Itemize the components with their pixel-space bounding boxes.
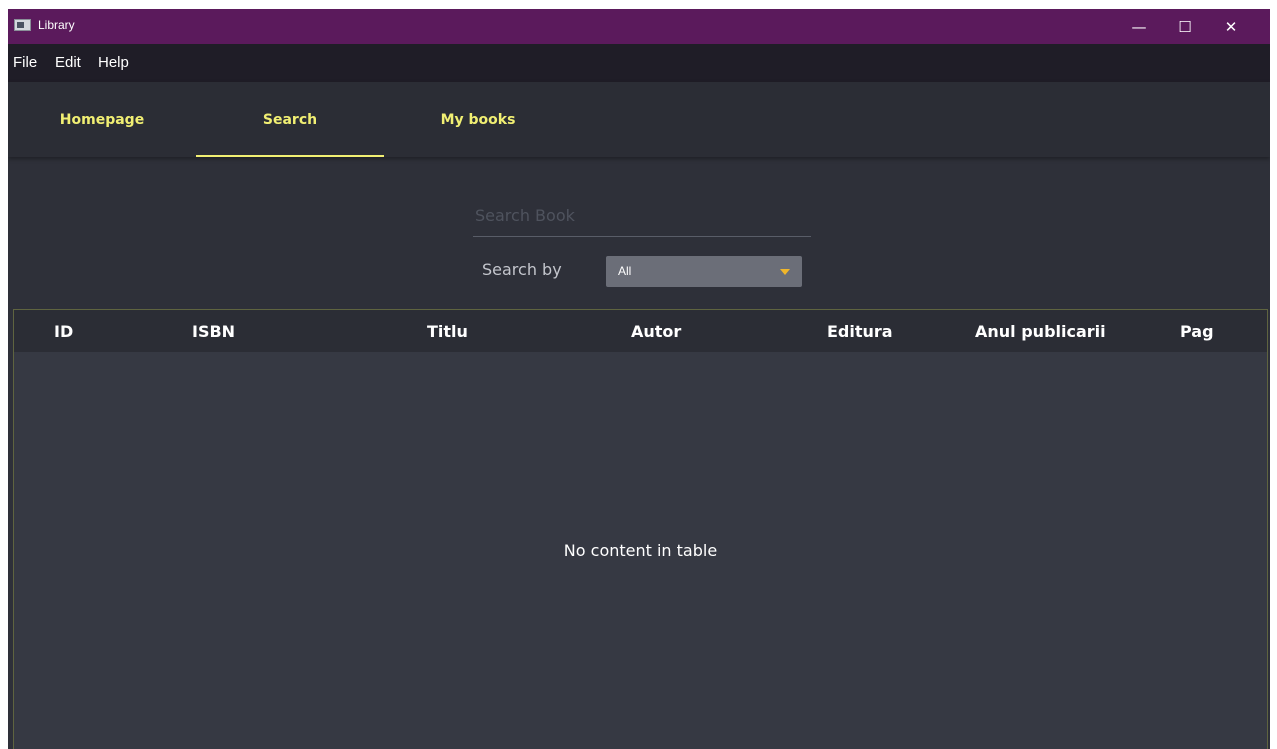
books-table[interactable]: ID ISBN Titlu Autor Editura Anul publica…	[13, 309, 1268, 749]
column-header-isbn[interactable]: ISBN	[192, 322, 235, 341]
search-by-dropdown[interactable]: All	[606, 256, 802, 287]
column-header-titlu[interactable]: Titlu	[427, 322, 468, 341]
menu-help[interactable]: Help	[98, 54, 129, 71]
search-by-label: Search by	[482, 260, 562, 279]
title-bar[interactable]: Library — ☐ ✕	[8, 9, 1270, 44]
column-header-editura[interactable]: Editura	[827, 322, 893, 341]
tab-search[interactable]: Search	[196, 82, 384, 157]
column-header-pag[interactable]: Pag	[1180, 322, 1214, 341]
search-book-field	[473, 197, 815, 237]
column-header-autor[interactable]: Autor	[631, 322, 681, 341]
empty-table-message: No content in table	[563, 541, 718, 560]
minimize-icon: —	[1131, 17, 1147, 36]
table-header: ID ISBN Titlu Autor Editura Anul publica…	[14, 310, 1267, 352]
maximize-icon: ☐	[1178, 17, 1192, 36]
menu-bar: File Edit Help	[8, 44, 1270, 82]
library-window: Library — ☐ ✕ File Edit Help Homepage Se…	[8, 9, 1270, 749]
column-header-id[interactable]: ID	[54, 322, 73, 341]
minimize-button[interactable]: —	[1116, 9, 1162, 44]
maximize-button[interactable]: ☐	[1162, 9, 1208, 44]
tab-homepage[interactable]: Homepage	[8, 82, 196, 157]
window-title: Library	[38, 18, 75, 32]
tab-my-books[interactable]: My books	[384, 82, 572, 157]
menu-edit[interactable]: Edit	[55, 54, 81, 71]
search-input[interactable]	[473, 197, 815, 233]
close-icon: ✕	[1224, 17, 1238, 36]
menu-file[interactable]: File	[13, 54, 37, 71]
column-header-anul-publicarii[interactable]: Anul publicarii	[975, 322, 1106, 341]
search-by-value: All	[618, 264, 632, 278]
app-icon	[14, 19, 31, 31]
chevron-down-icon	[780, 269, 790, 275]
close-button[interactable]: ✕	[1208, 9, 1254, 44]
tab-bar: Homepage Search My books	[8, 82, 1270, 157]
